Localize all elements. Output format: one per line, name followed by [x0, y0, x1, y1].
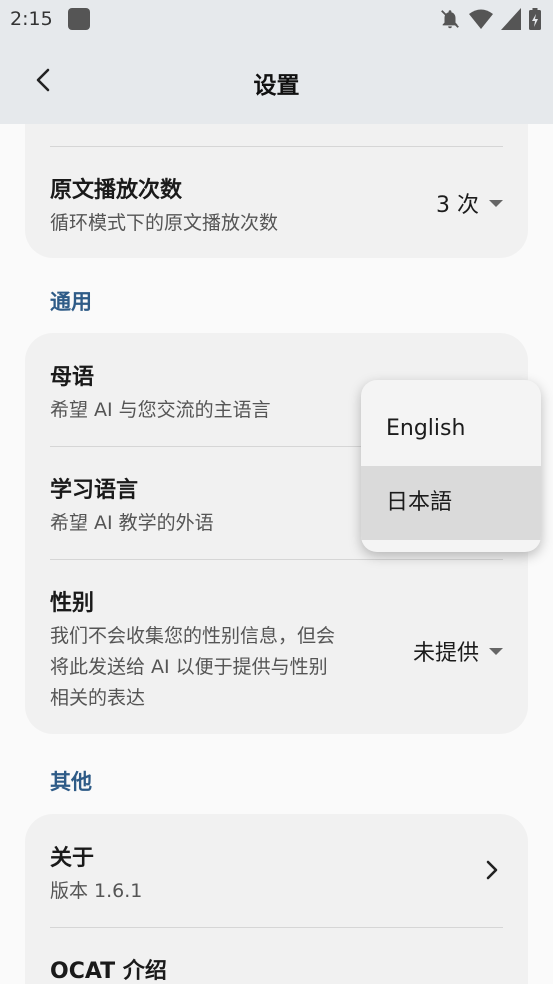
- gender-subtitle-line-1: 我们不会收集您的性别信息，但会: [50, 625, 336, 647]
- language-option-english[interactable]: English: [361, 392, 541, 466]
- other-card: 关于 版本 1.6.1 OCAT 介绍: [25, 814, 528, 984]
- playback-count-value: 3 次: [436, 193, 479, 218]
- gender-subtitle-line-2: 将此发送给 AI 以便于提供与性别: [50, 656, 328, 678]
- gender-setting[interactable]: 性别 我们不会收集您的性别信息，但会 将此发送给 AI 以便于提供与性别 相关的…: [50, 559, 503, 734]
- app-notification-icon: [68, 8, 90, 30]
- playback-count-title: 原文播放次数: [50, 178, 183, 203]
- language-option-japanese[interactable]: 日本語: [361, 466, 541, 540]
- app-bar: 设置: [0, 40, 553, 124]
- section-general-title: 通用: [50, 290, 92, 314]
- battery-icon: [529, 8, 541, 30]
- playback-count-dropdown[interactable]: 3 次: [436, 187, 503, 219]
- intro-title: OCAT 介绍: [50, 959, 167, 984]
- wifi-icon: [469, 9, 493, 29]
- signal-icon: [501, 8, 521, 30]
- gender-dropdown[interactable]: 未提供: [413, 635, 503, 667]
- learning-language-title: 学习语言: [50, 478, 139, 503]
- about-title: 关于: [50, 846, 95, 871]
- native-language-subtitle: 希望 AI 与您交流的主语言: [50, 399, 271, 421]
- status-time: 2:15: [10, 8, 53, 30]
- section-other-title: 其他: [50, 770, 92, 794]
- language-menu: English 日本語: [361, 380, 541, 552]
- gender-title: 性别: [50, 591, 95, 616]
- notifications-off-icon: [441, 10, 459, 29]
- about-version: 版本 1.6.1: [50, 880, 143, 902]
- gender-subtitle-line-3: 相关的表达: [50, 687, 146, 709]
- chevron-right-icon: [486, 860, 498, 880]
- gender-value: 未提供: [412, 641, 479, 666]
- status-bar: 2:15: [0, 0, 553, 40]
- settings-list[interactable]: 原文播放次数 循环模式下的原文播放次数 3 次 通用 母语 希望 AI 与您交流…: [0, 124, 553, 984]
- about-setting[interactable]: 关于 版本 1.6.1: [50, 814, 503, 927]
- intro-setting[interactable]: OCAT 介绍: [50, 927, 503, 984]
- status-icons: [439, 8, 541, 30]
- page-title: 设置: [253, 73, 300, 99]
- playback-card: 原文播放次数 循环模式下的原文播放次数 3 次: [25, 124, 528, 258]
- native-language-title: 母语: [50, 365, 95, 390]
- dropdown-caret-icon: [489, 199, 503, 207]
- playback-count-setting[interactable]: 原文播放次数 循环模式下的原文播放次数 3 次: [50, 146, 503, 258]
- learning-language-subtitle: 希望 AI 教学的外语: [50, 512, 214, 534]
- playback-count-subtitle: 循环模式下的原文播放次数: [50, 212, 279, 234]
- dropdown-caret-icon: [489, 647, 503, 655]
